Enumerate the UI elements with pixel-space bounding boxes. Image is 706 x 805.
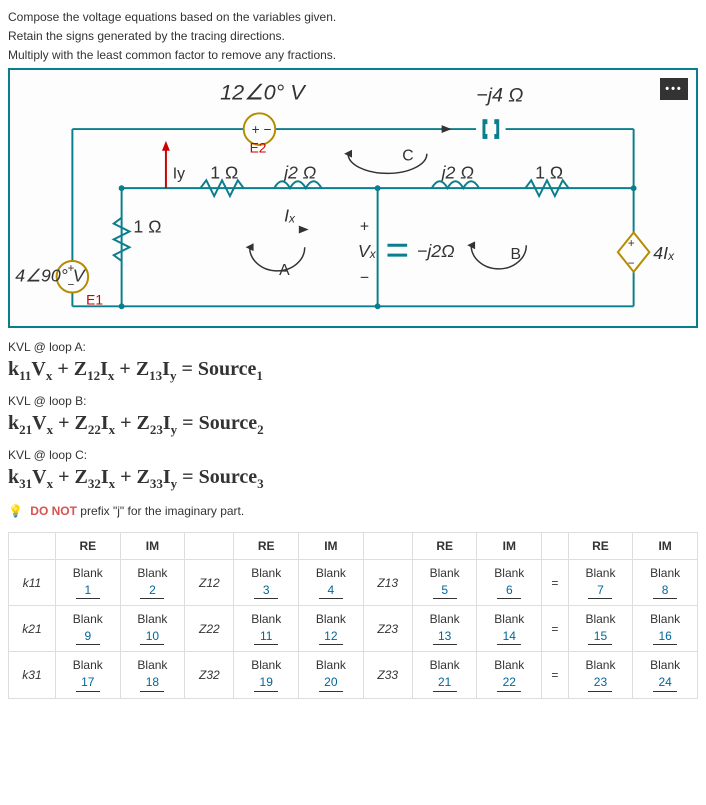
blank-cell[interactable]: Blank6	[477, 560, 542, 606]
coef-label: Z13	[363, 560, 412, 606]
col-im: IM	[299, 533, 364, 560]
coef-label: Z32	[185, 652, 234, 698]
col-re: RE	[234, 533, 299, 560]
coef-label: Z12	[185, 560, 234, 606]
bulb-icon: 💡	[8, 504, 23, 518]
svg-text:C: C	[402, 148, 413, 165]
more-button[interactable]: •••	[660, 78, 688, 100]
blank-cell[interactable]: Blank21	[412, 652, 477, 698]
blank-cell[interactable]: Blank10	[120, 606, 185, 652]
blank-cell[interactable]: Blank7	[568, 560, 633, 606]
svg-text:j2 Ω: j2 Ω	[440, 162, 474, 182]
blank-cell[interactable]: Blank2	[120, 560, 185, 606]
kvl-c-equation: k31Vx + Z32Ix + Z33Iy = Source3	[8, 466, 698, 492]
coef-label: k31	[9, 652, 56, 698]
col-re: RE	[412, 533, 477, 560]
blank-cell[interactable]: Blank4	[299, 560, 364, 606]
svg-text:+: +	[360, 218, 369, 235]
col-im: IM	[477, 533, 542, 560]
answer-table: RE IM RE IM RE IM RE IM k11Blank1Blank2Z…	[8, 532, 698, 699]
svg-text:E1: E1	[86, 292, 103, 307]
table-row: k21Blank9Blank10Z22Blank11Blank12Z23Blan…	[9, 606, 698, 652]
svg-text:−: −	[360, 270, 369, 287]
blank-cell[interactable]: Blank18	[120, 652, 185, 698]
svg-text:+: +	[628, 236, 635, 250]
equals-cell: =	[542, 652, 569, 698]
svg-text:Iy: Iy	[173, 165, 185, 182]
blank-cell[interactable]: Blank5	[412, 560, 477, 606]
kvl-b-label: KVL @ loop B:	[8, 394, 698, 408]
blank-cell[interactable]: Blank23	[568, 652, 633, 698]
blank-cell[interactable]: Blank12	[299, 606, 364, 652]
blank-cell[interactable]: Blank13	[412, 606, 477, 652]
svg-text:j2 Ω: j2 Ω	[282, 162, 316, 182]
blank-cell[interactable]: Blank8	[633, 560, 698, 606]
equals-cell: =	[542, 560, 569, 606]
col-im: IM	[120, 533, 185, 560]
warning-donot: DO NOT	[30, 504, 77, 518]
svg-text:1 Ω: 1 Ω	[535, 162, 563, 182]
label-E2: E2	[250, 141, 267, 156]
svg-text:−: −	[628, 256, 635, 270]
svg-text:−j4 Ω: −j4 Ω	[476, 85, 523, 107]
instructions: Compose the voltage equations based on t…	[8, 8, 698, 64]
equals-cell: =	[542, 606, 569, 652]
svg-text:+ −: + −	[252, 122, 272, 137]
col-re: RE	[568, 533, 633, 560]
warning-note: 💡 DO NOT prefix "j" for the imaginary pa…	[8, 504, 698, 518]
instruction-line: Retain the signs generated by the tracin…	[8, 27, 698, 45]
circuit-svg: + − 12∠0° V E2 −j4 Ω Iy 1 Ω j2 Ω j2 Ω 1 …	[10, 70, 696, 326]
blank-cell[interactable]: Blank14	[477, 606, 542, 652]
table-row: k11Blank1Blank2Z12Blank3Blank4Z13Blank5B…	[9, 560, 698, 606]
circuit-diagram: ••• + − 12∠0° V E2 −j4 Ω Iy 1 Ω j2 Ω j2	[8, 68, 698, 328]
blank-cell[interactable]: Blank17	[55, 652, 120, 698]
blank-cell[interactable]: Blank15	[568, 606, 633, 652]
coef-label: Z22	[185, 606, 234, 652]
warning-text: prefix "j" for the imaginary part.	[77, 504, 244, 518]
blank-cell[interactable]: Blank16	[633, 606, 698, 652]
blank-cell[interactable]: Blank22	[477, 652, 542, 698]
col-im: IM	[633, 533, 698, 560]
kvl-b-equation: k21Vx + Z22Ix + Z23Iy = Source2	[8, 412, 698, 438]
blank-cell[interactable]: Blank1	[55, 560, 120, 606]
svg-text:1 Ω: 1 Ω	[133, 216, 161, 236]
blank-cell[interactable]: Blank19	[234, 652, 299, 698]
blank-cell[interactable]: Blank20	[299, 652, 364, 698]
instruction-line: Compose the voltage equations based on t…	[8, 8, 698, 26]
coef-label: k11	[9, 560, 56, 606]
kvl-c-label: KVL @ loop C:	[8, 448, 698, 462]
blank-cell[interactable]: Blank11	[234, 606, 299, 652]
svg-text:Vₓ: Vₓ	[358, 241, 377, 261]
svg-text:−j2Ω: −j2Ω	[417, 241, 455, 261]
col-re: RE	[55, 533, 120, 560]
blank-cell[interactable]: Blank24	[633, 652, 698, 698]
svg-text:4∠90° V: 4∠90° V	[15, 266, 86, 286]
blank-cell[interactable]: Blank9	[55, 606, 120, 652]
coef-label: Z23	[363, 606, 412, 652]
svg-text:1 Ω: 1 Ω	[210, 162, 238, 182]
kvl-a-label: KVL @ loop A:	[8, 340, 698, 354]
table-row: k31Blank17Blank18Z32Blank19Blank20Z33Bla…	[9, 652, 698, 698]
kvl-a-equation: k11Vx + Z12Ix + Z13Iy = Source1	[8, 358, 698, 384]
instruction-line: Multiply with the least common factor to…	[8, 46, 698, 64]
coef-label: Z33	[363, 652, 412, 698]
blank-cell[interactable]: Blank3	[234, 560, 299, 606]
coef-label: k21	[9, 606, 56, 652]
svg-text:4Iₓ: 4Iₓ	[653, 243, 675, 263]
svg-text:Iₓ: Iₓ	[284, 206, 296, 226]
label-top-source: 12∠0° V	[220, 80, 307, 105]
